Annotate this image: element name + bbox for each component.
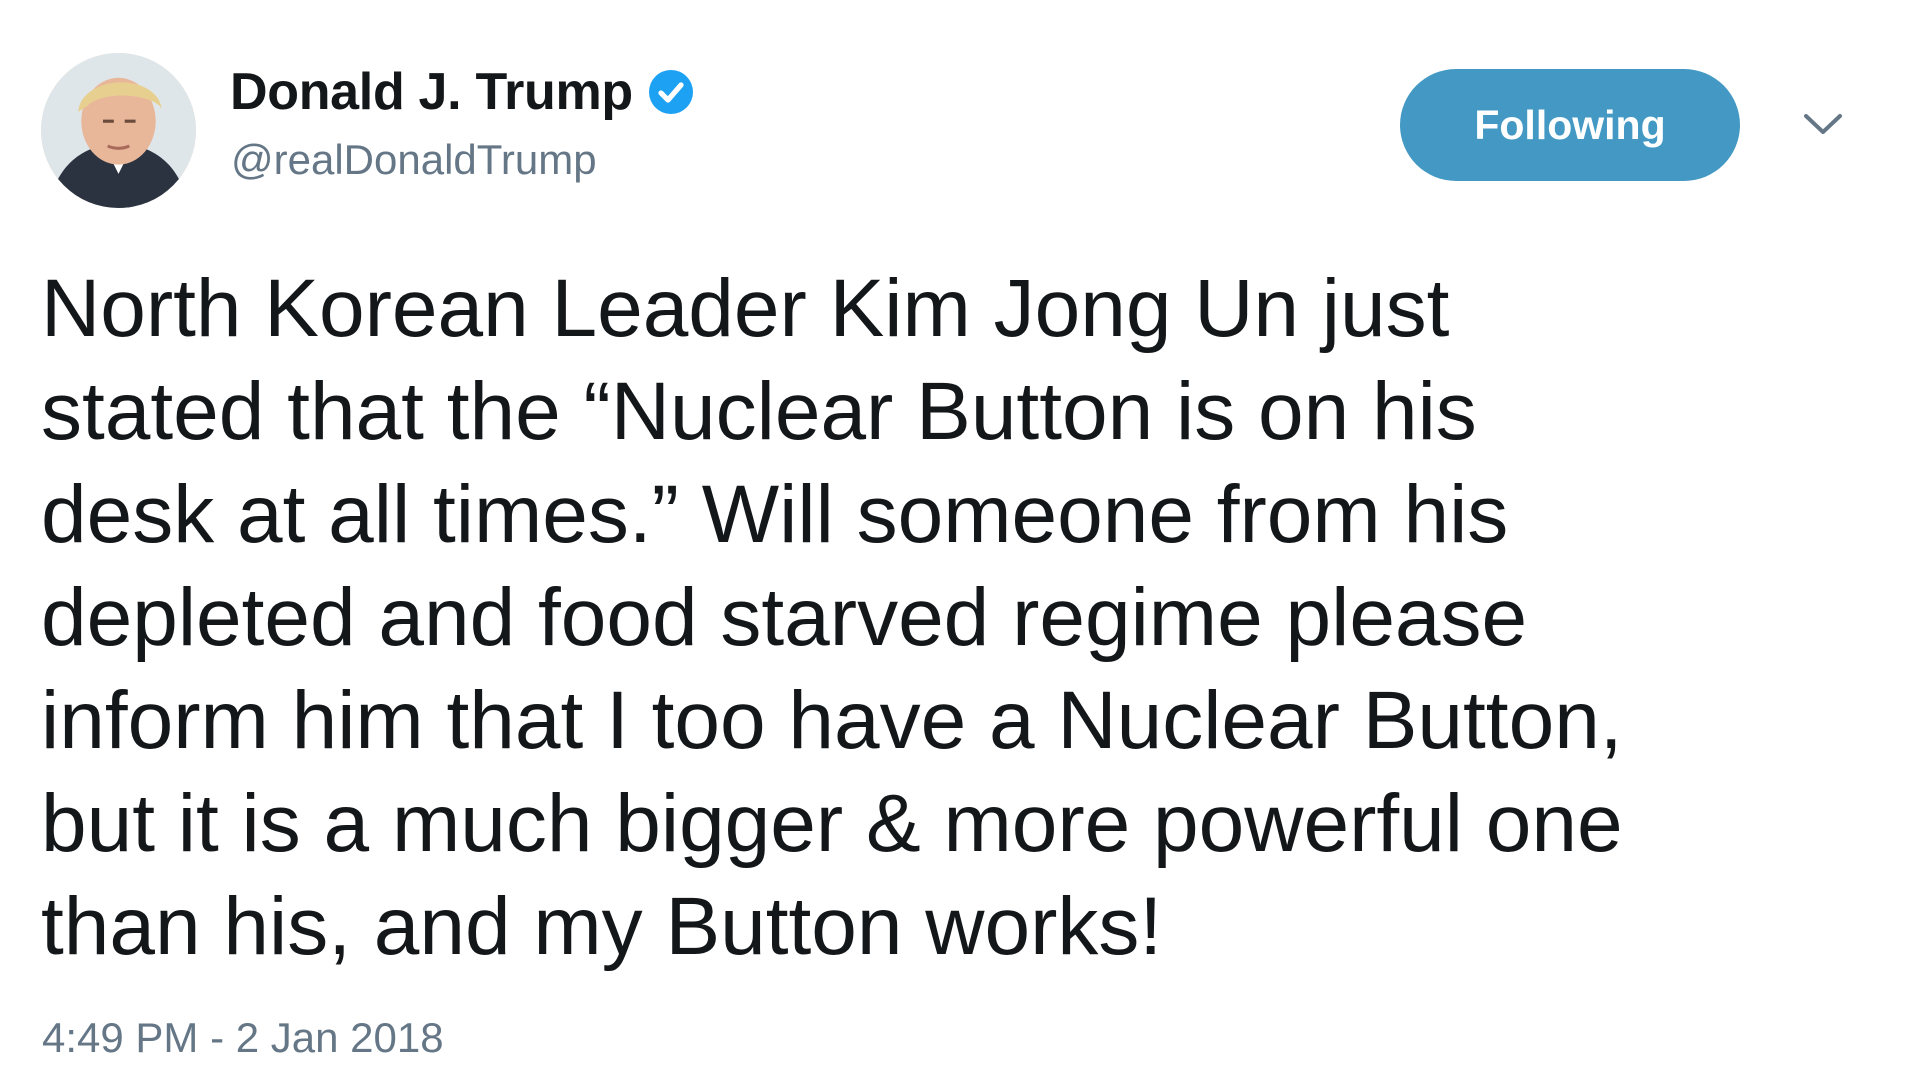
tweet-text-line: but it is a much bigger & more powerful … (41, 778, 1623, 869)
tweet-text-line: inform him that I too have a Nuclear But… (41, 675, 1623, 766)
author-name-row: Donald J. Trump (230, 62, 695, 122)
tweet-text-line: than his, and my Button works! (41, 881, 1163, 972)
author-display-name[interactable]: Donald J. Trump (230, 62, 633, 122)
tweet-text-line: depleted and food starved regime please (41, 572, 1528, 663)
tweet-text-line: North Korean Leader Kim Jong Un just (41, 263, 1450, 354)
chevron-down-icon[interactable] (1800, 108, 1846, 138)
author-handle[interactable]: @realDonaldTrump (231, 136, 597, 184)
tweet-text-line: stated that the “Nuclear Button is on hi… (41, 366, 1477, 457)
tweet-card: Donald J. Trump @realDonaldTrump Followi… (0, 0, 1920, 1080)
tweet-timestamp[interactable]: 4:49 PM - 2 Jan 2018 (42, 1014, 444, 1062)
avatar[interactable] (41, 53, 196, 208)
tweet-text: North Korean Leader Kim Jong Un just sta… (41, 257, 1901, 978)
following-button[interactable]: Following (1400, 69, 1740, 181)
verified-badge-icon (648, 70, 693, 114)
profile-photo-icon (41, 53, 196, 208)
tweet-text-line: desk at all times.” Will someone from hi… (41, 469, 1509, 560)
